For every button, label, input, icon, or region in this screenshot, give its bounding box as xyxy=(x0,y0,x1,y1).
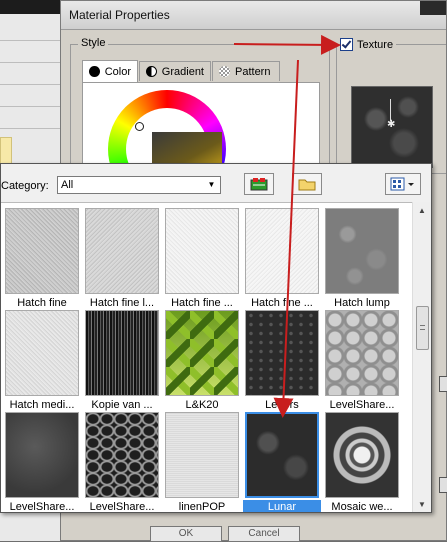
texture-tile[interactable]: Hatch fine xyxy=(3,208,81,310)
scroll-down-icon[interactable]: ▼ xyxy=(413,496,431,512)
tab-gradient-label: Gradient xyxy=(161,65,204,78)
texture-tile[interactable]: Hatch fine ... xyxy=(243,208,321,310)
cancel-button[interactable]: Cancel xyxy=(228,526,300,542)
hue-picker-handle[interactable] xyxy=(135,122,144,131)
category-dropdown[interactable]: All ▼ xyxy=(57,176,221,194)
dialog-title: Material Properties xyxy=(69,8,170,22)
texture-preview: ✱ xyxy=(351,86,433,168)
scroll-up-icon[interactable]: ▲ xyxy=(413,202,431,218)
chevron-down-icon: ▼ xyxy=(207,180,216,189)
folder-icon xyxy=(298,179,316,191)
angle-pivot-icon: ✱ xyxy=(387,119,396,130)
close-icon[interactable] xyxy=(420,1,446,15)
texture-tile[interactable]: LevelShare... xyxy=(3,412,81,512)
texture-name: LevelShare... xyxy=(89,501,155,512)
texture-thumbnail xyxy=(5,208,79,294)
texture-tile[interactable]: Letters xyxy=(243,310,321,412)
texture-picker-popup: Category: All ▼ Hatch fine Hatch fine l.… xyxy=(0,163,432,513)
texture-name: Kopie van ... xyxy=(91,399,153,411)
texture-tile[interactable]: Hatch medi... xyxy=(3,310,81,412)
texture-name: Hatch fine ... xyxy=(251,297,313,309)
view-mode-icon xyxy=(390,177,414,191)
gradient-icon xyxy=(146,66,157,77)
color-dot-icon xyxy=(89,66,100,77)
texture-tile[interactable]: LevelShare... xyxy=(323,310,401,412)
cancel-button-label: Cancel xyxy=(248,528,280,539)
texture-thumbnail xyxy=(165,310,239,396)
texture-thumbnail xyxy=(325,208,399,294)
texture-name: Hatch medi... xyxy=(9,399,75,411)
scroll-thumb[interactable] xyxy=(416,306,429,350)
texture-name: Letters xyxy=(265,399,299,411)
texture-thumbnail xyxy=(245,208,319,294)
texture-tile[interactable]: linenPOP xyxy=(163,412,241,512)
texture-thumbnail xyxy=(325,310,399,396)
texture-thumbnail xyxy=(85,412,159,498)
texture-name: Hatch fine ... xyxy=(171,297,233,309)
picker-toolbar: Category: All ▼ xyxy=(1,164,431,203)
texture-thumbnail xyxy=(85,208,159,294)
texture-manager-icon xyxy=(250,178,268,191)
texture-name: Hatch lump xyxy=(334,297,390,309)
divider xyxy=(0,106,64,107)
texture-name: linenPOP xyxy=(178,501,226,512)
background-titlebar xyxy=(0,0,64,14)
texture-thumbnail xyxy=(165,412,239,498)
texture-thumbnail xyxy=(245,310,319,396)
texture-tile[interactable]: Mosaic we... xyxy=(323,412,401,512)
texture-label: Texture xyxy=(357,38,394,51)
tab-gradient[interactable]: Gradient xyxy=(139,61,211,81)
texture-tile[interactable]: L&K20 xyxy=(163,310,241,412)
texture-thumbnail xyxy=(165,208,239,294)
texture-name: LevelShare... xyxy=(329,399,395,411)
pattern-icon xyxy=(219,66,230,77)
open-folder-button[interactable] xyxy=(292,173,322,195)
texture-grid-scrollbar[interactable]: ▲ ▼ xyxy=(412,202,431,512)
side-button[interactable] xyxy=(439,376,447,392)
background-highlight xyxy=(0,137,12,165)
ok-button[interactable]: OK xyxy=(150,526,222,542)
texture-name: Hatch fine l... xyxy=(89,297,155,309)
texture-tile[interactable]: Kopie van ... xyxy=(83,310,161,412)
side-button[interactable] xyxy=(439,477,447,493)
texture-tile[interactable]: LevelShare... xyxy=(83,412,161,512)
category-label: Category: xyxy=(1,180,49,192)
texture-thumbnail xyxy=(5,412,79,498)
texture-tile[interactable]: Hatch fine l... xyxy=(83,208,161,310)
tab-color[interactable]: Color xyxy=(82,60,138,82)
texture-name: Lunar xyxy=(243,500,321,512)
divider xyxy=(0,40,64,41)
texture-tile[interactable]: Hatch lump xyxy=(323,208,401,310)
divider xyxy=(0,62,64,63)
tab-color-label: Color xyxy=(104,65,131,78)
texture-name: Mosaic we... xyxy=(331,501,393,512)
texture-checkbox[interactable] xyxy=(340,38,353,51)
style-label: Style xyxy=(78,37,109,49)
texture-manager-button[interactable] xyxy=(244,173,274,195)
category-value: All xyxy=(61,179,74,191)
divider xyxy=(0,128,64,129)
texture-name: Hatch fine xyxy=(17,297,67,309)
texture-checkbox-row[interactable]: Texture xyxy=(340,38,397,51)
texture-name: LevelShare... xyxy=(9,501,75,512)
divider xyxy=(0,84,64,85)
tab-pattern[interactable]: Pattern xyxy=(212,61,280,81)
ok-button-label: OK xyxy=(178,528,194,539)
texture-thumbnail xyxy=(245,412,319,498)
angle-needle[interactable] xyxy=(390,99,391,121)
texture-grid: Hatch fine Hatch fine l... Hatch fine ..… xyxy=(3,204,412,512)
texture-tile-selected[interactable]: Lunar xyxy=(243,412,321,512)
texture-thumbnail xyxy=(325,412,399,498)
tab-pattern-label: Pattern xyxy=(235,65,271,78)
dialog-titlebar[interactable]: Material Properties xyxy=(61,1,446,30)
texture-name: L&K20 xyxy=(185,399,219,411)
texture-tile[interactable]: Hatch fine ... xyxy=(163,208,241,310)
texture-thumbnail xyxy=(85,310,159,396)
view-mode-button[interactable] xyxy=(385,173,421,195)
texture-thumbnail xyxy=(5,310,79,396)
